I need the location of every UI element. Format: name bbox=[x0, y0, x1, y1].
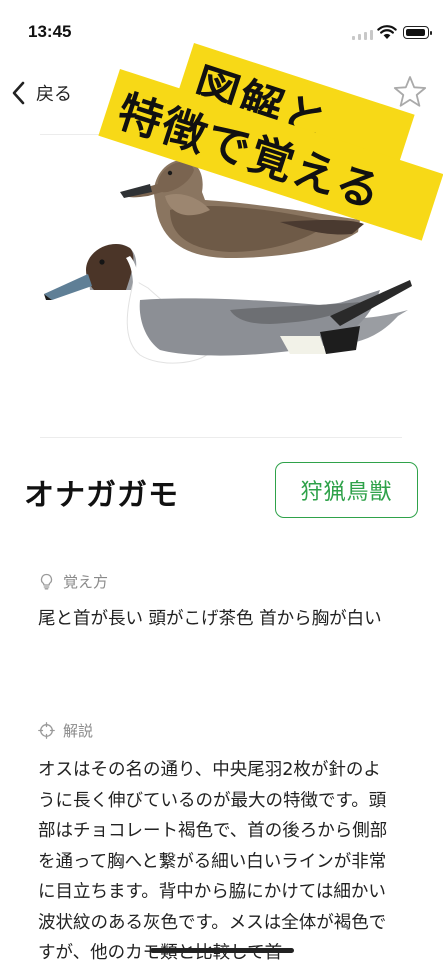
cellular-signal-icon bbox=[352, 30, 373, 40]
species-detail-screen: 13:45 戻る 図解と 特徴で覚える オナガガモ 狩猟鳥獣 覚え方 尾と首が長… bbox=[0, 0, 443, 960]
favorite-star-icon[interactable] bbox=[392, 74, 428, 110]
memorize-header: 覚え方 bbox=[38, 571, 108, 592]
description-header: 解説 bbox=[38, 720, 93, 741]
lightbulb-icon bbox=[40, 573, 53, 590]
header-divider bbox=[40, 134, 402, 135]
female-duck-illustration bbox=[120, 160, 364, 258]
male-duck-illustration bbox=[44, 244, 412, 364]
crosshair-icon bbox=[38, 722, 55, 739]
duck-illustration bbox=[44, 160, 412, 364]
illustration-divider bbox=[40, 437, 402, 438]
home-indicator bbox=[150, 948, 294, 953]
memorize-label: 覚え方 bbox=[63, 573, 109, 591]
status-time: 13:45 bbox=[28, 22, 72, 41]
back-label: 戻る bbox=[36, 84, 72, 105]
description-label: 解説 bbox=[63, 722, 94, 740]
game-bird-badge: 狩猟鳥獣 bbox=[275, 462, 418, 518]
battery-icon bbox=[403, 26, 432, 39]
status-bar: 13:45 bbox=[0, 0, 443, 60]
species-name: オナガガモ bbox=[24, 478, 179, 513]
memorize-text: 尾と首が長い 頭がこげ茶色 首から胸が白い bbox=[38, 609, 382, 629]
wifi-icon bbox=[377, 25, 397, 39]
banner-line1: 図解と bbox=[187, 58, 335, 150]
back-button[interactable]: 戻る bbox=[10, 76, 72, 110]
description-text: オスはその名の通り、中央尾羽2枚が針のように長く伸びているのが最大の特徴です。頭… bbox=[38, 760, 388, 960]
chevron-left-icon bbox=[12, 81, 25, 105]
